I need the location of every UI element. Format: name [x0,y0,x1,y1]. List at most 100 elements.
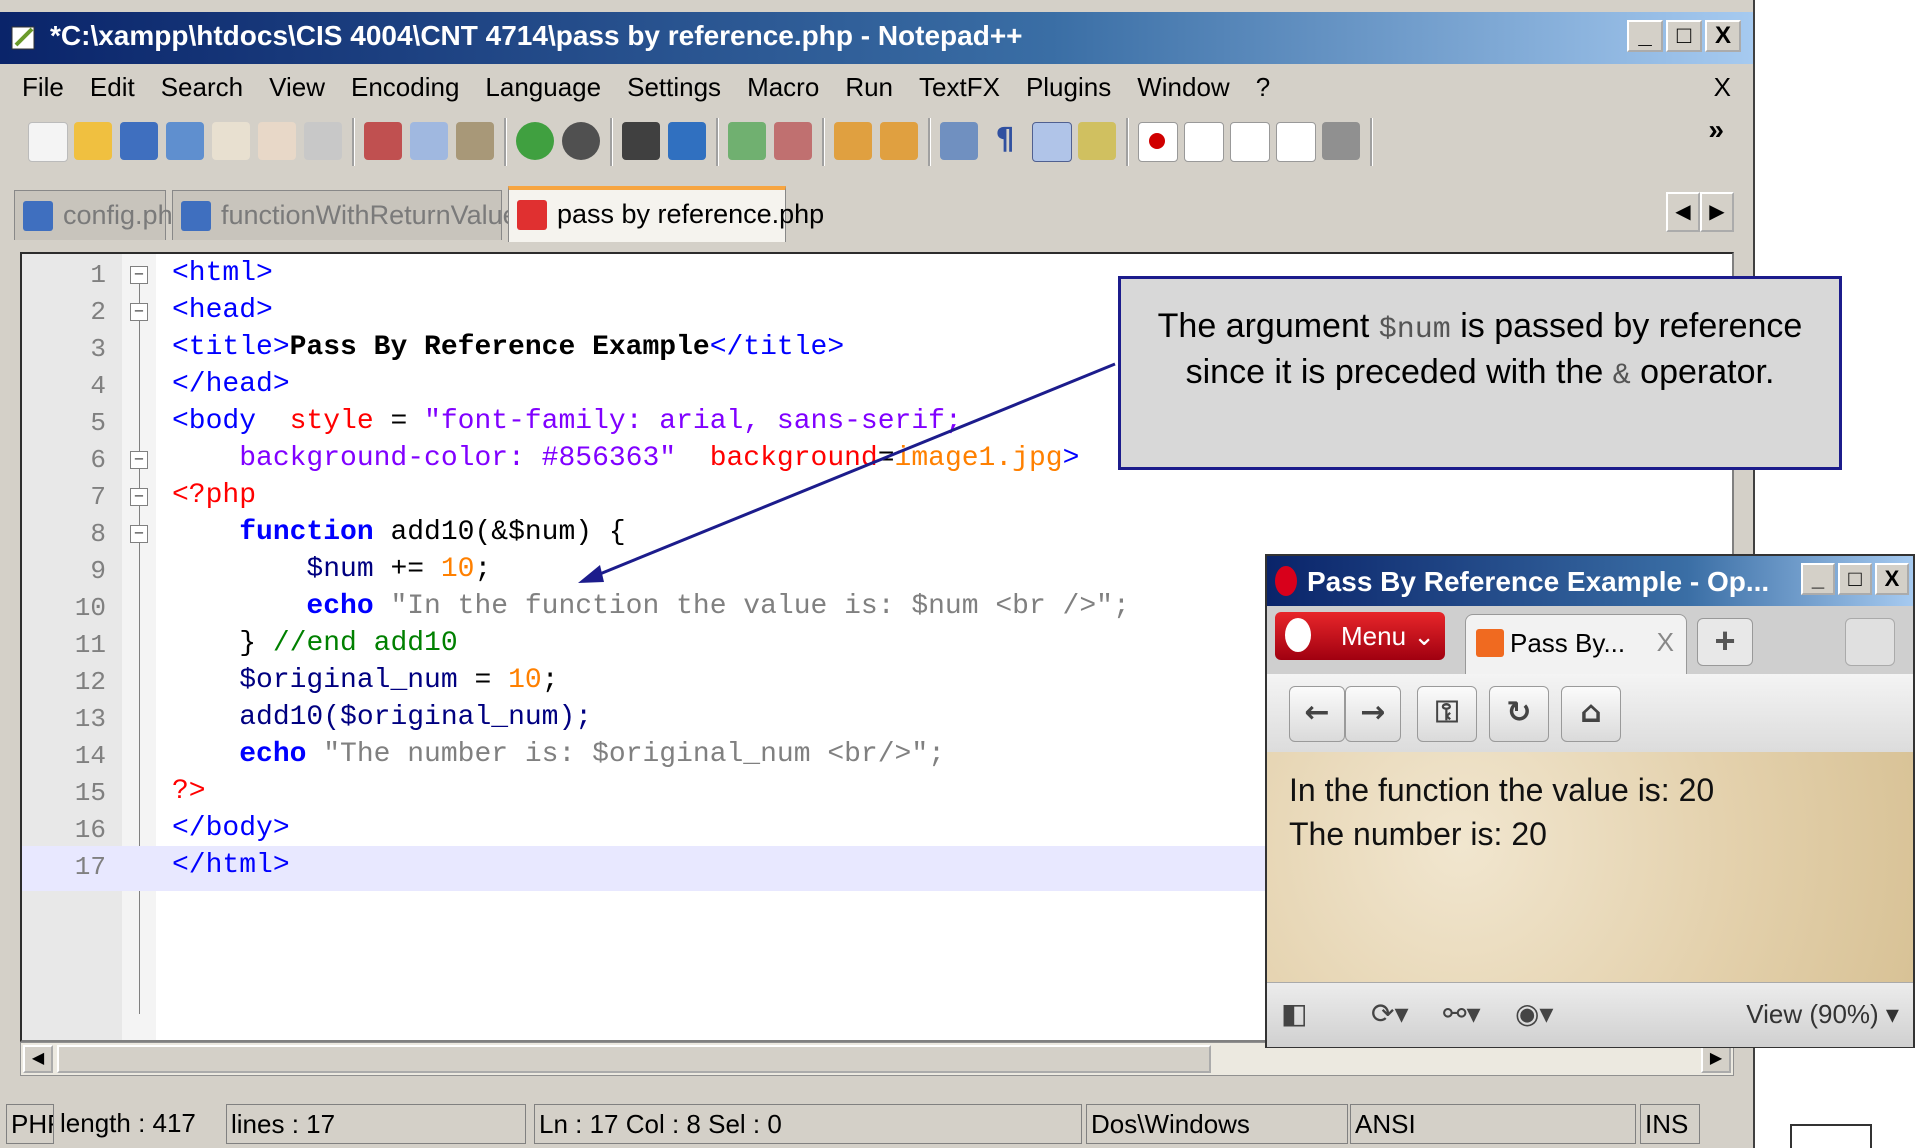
line-number: 1 [90,260,106,290]
show-all-chars-icon[interactable]: ¶ [986,122,1024,160]
toolbar-separator [504,118,507,166]
stop-macro-icon[interactable] [1184,122,1224,162]
close-button[interactable]: X [1705,20,1741,52]
toolbar: ¶ » [14,112,1744,172]
opera-o-icon [1285,618,1311,652]
redo-icon[interactable] [562,122,600,160]
toolbar-overflow-icon[interactable]: » [1708,114,1724,146]
browser-title-bar[interactable]: Pass By Reference Example - Op... _ □ X [1267,556,1913,606]
panel-toggle-icon[interactable]: ◧ [1281,997,1307,1030]
cut-icon[interactable] [364,122,402,160]
turbo-icon[interactable]: ◉▾ [1515,997,1554,1030]
menu-plugins[interactable]: Plugins [1013,72,1124,103]
find-icon[interactable] [622,122,660,160]
back-button[interactable]: ← [1289,686,1345,742]
tab-scroll-left-button[interactable]: ◀ [1666,192,1700,232]
tab-config[interactable]: config.php [14,190,188,240]
new-file-icon[interactable] [28,122,68,162]
code-token: Pass By Reference Example [289,332,710,363]
replace-icon[interactable] [668,122,706,160]
status-cursor-position: Ln : 17 Col : 8 Sel : 0 [534,1104,1082,1144]
menu-macro[interactable]: Macro [734,72,832,103]
code-token: += [373,554,441,585]
sync-vertical-icon[interactable] [834,122,872,160]
doc-map-icon[interactable] [1078,122,1116,160]
menu-encoding[interactable]: Encoding [338,72,472,103]
opera-menu-button[interactable]: Menu ⌄ [1275,612,1445,660]
minimize-button[interactable]: _ [1627,20,1663,52]
tab-close-icon[interactable]: X [1657,627,1674,658]
copy-icon[interactable] [410,122,448,160]
maximize-button[interactable]: □ [1666,20,1702,52]
new-tab-button[interactable]: + [1697,618,1753,666]
menu-edit[interactable]: Edit [77,72,148,103]
save-icon[interactable] [120,122,158,160]
close-icon[interactable] [212,122,250,160]
open-file-icon[interactable] [74,122,112,160]
forward-button[interactable]: → [1345,686,1401,742]
share-icon[interactable]: ⚯▾ [1443,997,1481,1030]
print-icon[interactable] [304,122,342,160]
scroll-right-button[interactable]: ▶ [1701,1045,1731,1073]
word-wrap-icon[interactable] [940,122,978,160]
code-token: ; [474,554,492,585]
tab-pass-by-reference[interactable]: pass by reference.php [508,186,824,242]
fold-toggle[interactable]: − [130,488,148,506]
undo-icon[interactable] [516,122,554,160]
code-token: background-color: #856363" [172,443,677,474]
save-macro-icon[interactable] [1322,122,1360,160]
browser-tab[interactable]: Pass By... X [1465,614,1687,674]
fold-toggle[interactable]: − [130,303,148,321]
play-macro-icon[interactable] [1230,122,1270,162]
menu-language[interactable]: Language [472,72,614,103]
tab-scroll-right-button[interactable]: ▶ [1700,192,1734,232]
browser-close-button[interactable]: X [1875,563,1909,595]
fold-toggle[interactable]: − [130,525,148,543]
code-token: = [373,406,425,437]
reload-button[interactable]: ↻ [1489,686,1549,742]
record-macro-icon[interactable] [1138,122,1178,162]
zoom-in-icon[interactable] [728,122,766,160]
menu-search[interactable]: Search [148,72,256,103]
document-tabs: config.php functionWithReturnValue.php p… [14,186,1744,242]
save-all-icon[interactable] [166,122,204,160]
close-all-icon[interactable] [258,122,296,160]
sync-horizontal-icon[interactable] [880,122,918,160]
code-token: "In the function the value is: $num <br … [373,591,1130,622]
menu-view[interactable]: View [256,72,338,103]
title-bar[interactable]: *C:\xampp\htdocs\CIS 4004\CNT 4714\pass … [0,12,1753,64]
paste-icon[interactable] [456,122,494,160]
browser-maximize-button[interactable]: □ [1838,563,1872,595]
browser-minimize-button[interactable]: _ [1801,563,1835,595]
key-icon[interactable]: ⚿ [1417,686,1477,742]
status-insert-mode: INS [1640,1104,1700,1144]
code-token: echo [239,739,307,770]
menu-run[interactable]: Run [832,72,906,103]
tab-function-with-return-value[interactable]: functionWithReturnValue.php [172,190,570,240]
code-token: </html> [172,850,290,881]
code-token: add10(&$num) { [373,517,626,548]
close-document-button[interactable]: X [1714,72,1731,103]
zoom-control[interactable]: View (90%) ▾ [1746,999,1899,1030]
scroll-left-button[interactable]: ◀ [23,1045,53,1073]
sync-icon[interactable]: ⟳▾ [1371,997,1409,1030]
run-multiple-macro-icon[interactable] [1276,122,1316,162]
unsaved-file-icon [517,200,547,230]
trash-icon[interactable] [1845,618,1895,666]
line-number: 8 [90,519,106,549]
menu-file[interactable]: File [0,72,77,103]
line-number: 5 [90,408,106,438]
callout-code: $num [1378,313,1451,347]
fold-toggle[interactable]: − [130,266,148,284]
browser-window-title: Pass By Reference Example - Op... [1307,566,1770,597]
indent-guide-icon[interactable] [1032,122,1072,162]
menu-help[interactable]: ? [1243,72,1283,103]
code-token: $original_num [239,665,458,696]
home-button[interactable]: ⌂ [1561,686,1621,742]
menu-settings[interactable]: Settings [614,72,734,103]
scroll-thumb[interactable] [57,1045,1211,1073]
menu-window[interactable]: Window [1124,72,1242,103]
zoom-out-icon[interactable] [774,122,812,160]
fold-toggle[interactable]: − [130,451,148,469]
menu-textfx[interactable]: TextFX [906,72,1013,103]
